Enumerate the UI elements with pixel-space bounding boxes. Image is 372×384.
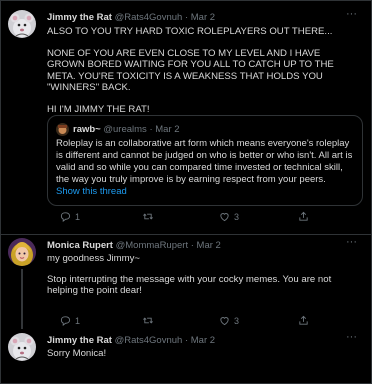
heart-icon [220,317,229,326]
handle-and-date[interactable]: @Rats4Govnuh · Mar 2 [115,12,215,23]
tweet[interactable]: Jimmy the Rat @Rats4Govnuh · Mar 2 ··· S… [1,330,371,383]
retweet-icon [143,213,153,220]
quoted-avatar [56,123,69,136]
tweet-text: my goodness Jimmy~ Stop interrupting the… [47,253,359,297]
reply-icon [60,212,71,222]
thread-connector [21,269,23,329]
display-name[interactable]: Jimmy the Rat [47,335,112,346]
tweet-paragraph: HI I'M JIMMY THE RAT! [47,104,150,116]
retweet-icon [143,317,153,324]
tweet-header: Jimmy the Rat @Rats4Govnuh · Mar 2 [47,335,215,346]
show-thread-link[interactable]: Show this thread [56,186,127,197]
heart-icon [220,213,229,222]
display-name[interactable]: Monica Rupert [47,240,113,251]
tweet-actions: 1 3 [47,211,347,225]
tweet-paragraph: ALSO TO YOU TRY HARD TOXIC ROLEPLAYERS O… [47,26,333,37]
like-button[interactable]: 3 [219,315,239,326]
share-icon [299,211,308,221]
quoted-text: Roleplay is an collaborative art form wh… [56,138,353,185]
more-horizontal-icon[interactable]: ··· [346,236,357,248]
reply-button[interactable]: 1 [60,315,80,326]
reply-count: 1 [75,211,81,222]
retweet-button[interactable] [142,211,158,222]
like-button[interactable]: 3 [219,211,239,222]
avatar[interactable] [8,238,36,266]
thread-timeline: Jimmy the Rat @Rats4Govnuh · Mar 2 ··· A… [0,0,372,384]
reply-count: 1 [75,315,81,326]
reply-button[interactable]: 1 [60,211,80,222]
quoted-handle-and-date: @urealms · Mar 2 [103,124,180,135]
tweet-text: ALSO TO YOU TRY HARD TOXIC ROLEPLAYERS O… [47,26,359,115]
handle-and-date[interactable]: @MommaRupert · Mar 2 [116,240,221,251]
more-horizontal-icon[interactable]: ··· [346,8,357,20]
tweet-paragraph: Stop interrupting the message with your … [47,274,332,297]
avatar[interactable] [8,333,36,361]
quoted-header: rawb~ @urealms · Mar 2 [73,124,180,135]
retweet-button[interactable] [142,315,158,326]
share-button[interactable] [298,211,309,222]
handle-and-date[interactable]: @Rats4Govnuh · Mar 2 [115,335,215,346]
like-count: 3 [234,211,240,222]
tweet-header: Monica Rupert @MommaRupert · Mar 2 [47,240,221,251]
avatar[interactable] [8,10,36,38]
tweet-header: Jimmy the Rat @Rats4Govnuh · Mar 2 [47,12,215,23]
tweet-paragraph: Sorry Monica! [47,348,107,359]
display-name[interactable]: Jimmy the Rat [47,12,112,23]
tweet-paragraph: NONE OF YOU ARE EVEN CLOSE TO MY LEVEL A… [47,48,334,93]
like-count: 3 [234,315,240,326]
share-icon [299,315,308,325]
share-button[interactable] [298,315,309,326]
tweet-paragraph: my goodness Jimmy~ [47,253,141,264]
quoted-display-name: rawb~ [73,124,101,135]
quoted-tweet[interactable]: rawb~ @urealms · Mar 2 Roleplay is an co… [47,115,363,206]
more-horizontal-icon[interactable]: ··· [346,331,357,343]
tweet[interactable]: Jimmy the Rat @Rats4Govnuh · Mar 2 ··· A… [1,1,371,237]
tweet-actions: 1 3 [47,315,347,329]
reply-icon [60,316,71,326]
tweet[interactable]: Monica Rupert @MommaRupert · Mar 2 ··· m… [1,235,371,329]
tweet-text: Sorry Monica! [47,348,359,359]
